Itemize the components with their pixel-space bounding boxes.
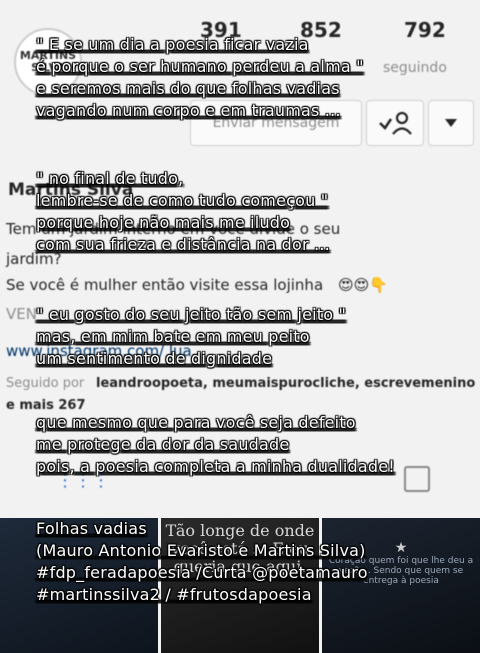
suggestions-dropdown[interactable] — [428, 100, 474, 146]
emoji-faces: 😍😍👇 — [338, 276, 388, 294]
bio-line-4: VEN — [6, 305, 37, 323]
poem-line: lembre-se de como tudo começou " — [36, 191, 329, 210]
followed-by-more[interactable]: e mais 267 — [6, 398, 86, 413]
poem-line: que mesmo que para você seja defeito — [36, 413, 356, 432]
follow-status-button[interactable] — [366, 100, 424, 146]
poem-line: pois, a poesia completa a minha dualidad… — [36, 457, 395, 476]
poem-stanza-4: que mesmo que para você seja defeito me … — [36, 412, 395, 478]
following-label: seguindo — [383, 60, 447, 76]
following-count[interactable]: 792 — [404, 18, 446, 42]
bio-line-3: Se você é mulher então visite essa lojin… — [6, 276, 324, 294]
user-check-icon — [379, 111, 412, 135]
poem-hashtags-1: #fdp_feradapoesia /Curta @poetamauro — [36, 563, 368, 582]
poem-signature: Folhas vadias (Mauro Antonio Evaristo e … — [36, 518, 368, 606]
poem-line: mas, em mim bate em meu peito — [36, 327, 310, 346]
poem-stanza-3: " eu gosto do seu jeito tão sem jeito " … — [36, 304, 346, 370]
chevron-down-icon — [445, 119, 457, 127]
followed-by-names[interactable]: leandroopoeta, meumaispurocliche, escrev… — [96, 376, 475, 391]
poem-line: " eu gosto do seu jeito tão sem jeito " — [36, 305, 347, 324]
poem-line: com sua frieza e distância na dor ... — [36, 235, 330, 254]
poem-hashtags-2: #martinssilva2 / #frutosdapoesia — [36, 585, 312, 604]
poem-line: porque hoje não mais me iludo — [36, 213, 291, 232]
poem-stanza-2: " no final de tudo, lembre-se de como tu… — [36, 168, 330, 256]
poem-line: vagando num corpo e em traumas ... — [36, 101, 341, 120]
poem-stanza-1: " E se um dia a poesia ficar vazia é por… — [36, 34, 364, 122]
poem-authors: (Mauro Antonio Evaristo e Martins Silva) — [36, 541, 366, 560]
poem-line: " E se um dia a poesia ficar vazia — [36, 35, 309, 54]
poem-line: um sentimento de dignidade — [36, 349, 273, 368]
poem-line: " no final de tudo, — [36, 169, 184, 188]
poem-line: é porque o ser humano perdeu a alma " — [36, 57, 364, 76]
poem-title: Folhas vadias — [36, 519, 147, 538]
tagged-icon[interactable] — [404, 466, 430, 492]
poem-line: e seremos mais do que folhas vadias — [36, 79, 340, 98]
followed-by-label: Seguido por — [6, 376, 85, 391]
poem-line: me protege da dor da saudade — [36, 435, 290, 454]
